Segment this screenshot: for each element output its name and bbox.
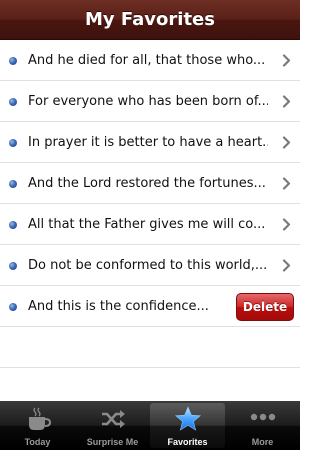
tab-label: Favorites — [167, 437, 208, 447]
bullet-icon — [9, 303, 17, 311]
chevron-right-icon — [282, 54, 291, 67]
list-item[interactable]: And he died for all, that those who... — [0, 40, 300, 81]
tab-more[interactable]: More — [225, 401, 300, 450]
list-item-text: All that the Father gives me will co... — [28, 217, 266, 232]
list-item-text: For everyone who has been born of... — [28, 94, 268, 109]
delete-button[interactable]: Delete — [236, 293, 294, 321]
favorites-list: And he died for all, that those who... F… — [0, 40, 300, 368]
chevron-right-icon — [282, 218, 291, 231]
list-item-text: In prayer it is better to have a heart..… — [28, 135, 268, 150]
tab-label: Surprise Me — [86, 437, 139, 447]
list-item[interactable]: For everyone who has been born of... — [0, 81, 300, 122]
shuffle-icon — [101, 410, 125, 428]
bullet-icon — [9, 139, 17, 147]
bullet-icon — [9, 57, 17, 65]
coffee-cup-icon — [28, 407, 51, 430]
more-dots-icon — [250, 413, 275, 421]
chevron-right-icon — [282, 136, 291, 149]
bullet-icon — [9, 262, 17, 270]
tab-label: Today — [24, 437, 51, 447]
star-icon — [174, 406, 201, 431]
chevron-right-icon — [282, 177, 291, 190]
tab-today[interactable]: Today — [0, 401, 75, 450]
list-item[interactable]: Do not be conformed to this world,... — [0, 245, 300, 286]
list-item-text: And he died for all, that those who... — [28, 53, 266, 68]
list-item-text: And the Lord restored the fortunes... — [28, 176, 266, 191]
bullet-icon — [9, 221, 17, 229]
list-item[interactable]: And this is the confidence... Delete — [0, 286, 300, 327]
list-item[interactable]: All that the Father gives me will co... — [0, 204, 300, 245]
list-item-text: Do not be conformed to this world,... — [28, 258, 268, 273]
page-title: My Favorites — [85, 9, 215, 30]
bullet-icon — [9, 98, 17, 106]
list-item-text: And this is the confidence... — [28, 299, 209, 314]
tab-label: More — [251, 437, 274, 447]
navigation-bar: My Favorites — [0, 0, 300, 40]
empty-row — [0, 327, 300, 368]
tab-bar: Today Surprise Me Favorites More — [0, 401, 300, 450]
tab-favorites[interactable]: Favorites — [150, 403, 225, 448]
bullet-icon — [9, 180, 17, 188]
list-item[interactable]: And the Lord restored the fortunes... — [0, 163, 300, 204]
list-item[interactable]: In prayer it is better to have a heart..… — [0, 122, 300, 163]
chevron-right-icon — [282, 259, 291, 272]
chevron-right-icon — [282, 95, 291, 108]
tab-surprise-me[interactable]: Surprise Me — [75, 401, 150, 450]
